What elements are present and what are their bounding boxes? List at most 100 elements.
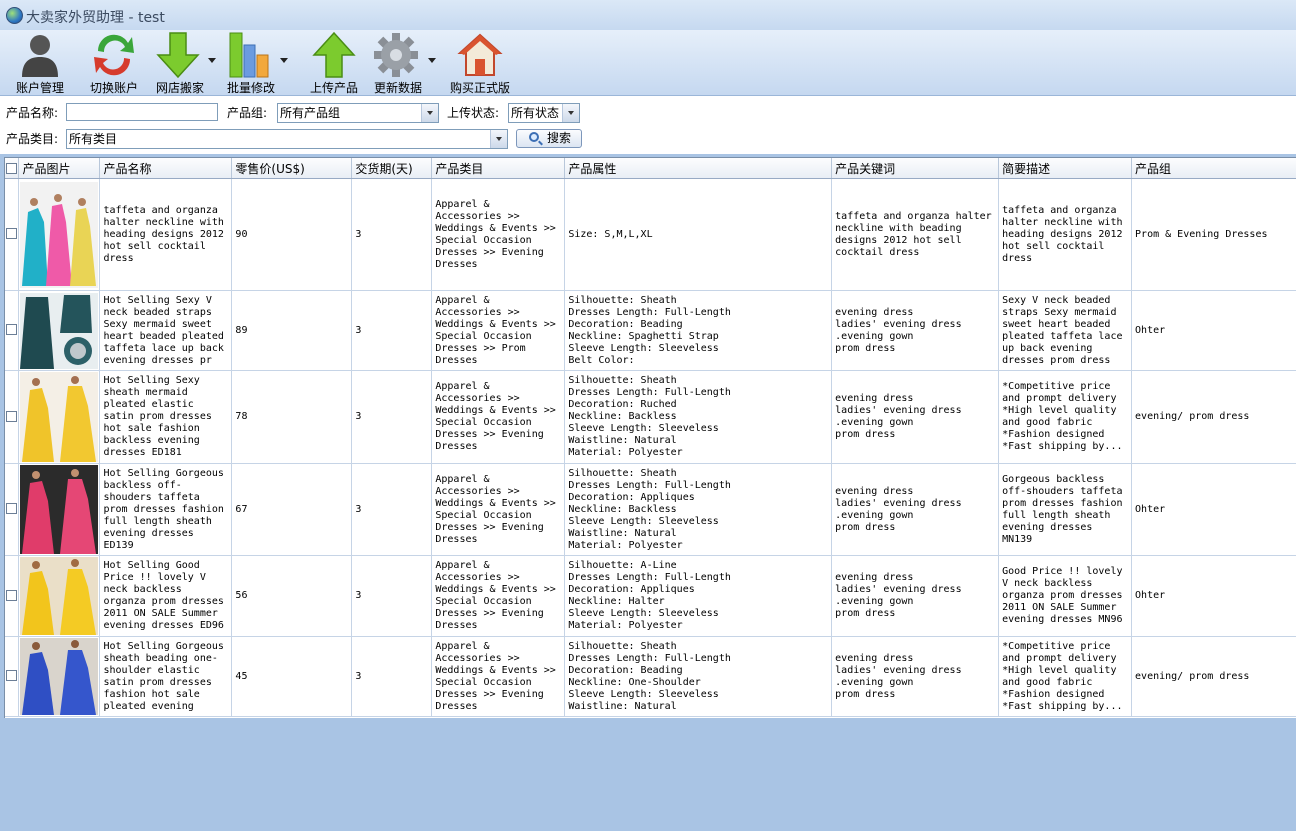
download-arrow-icon <box>156 32 200 79</box>
product-image-cell <box>18 370 101 464</box>
category-cell: Apparel & Accessories >> Weddings & Even… <box>431 290 566 371</box>
chevron-down-icon[interactable] <box>280 58 288 63</box>
bar-chart-icon <box>229 32 269 78</box>
chevron-down-icon[interactable] <box>421 104 438 122</box>
row-checkbox-cell[interactable] <box>5 555 20 637</box>
keywords-cell: evening dress ladies' evening dress .eve… <box>831 370 1000 464</box>
delivery-cell: 3 <box>351 178 433 291</box>
price-cell: 67 <box>231 463 353 556</box>
account-manage-button[interactable]: 账户管理 <box>8 30 72 95</box>
product-table: 产品图片 产品名称 零售价(US$) 交货期(天) 产品类目 产品属性 产品关键… <box>4 157 1296 718</box>
product-photo <box>20 465 99 554</box>
description-cell: Sexy V neck beaded straps Sexy mermaid s… <box>998 290 1133 371</box>
product-photo <box>20 557 99 635</box>
upload-status-select[interactable]: 所有状态 <box>508 103 580 123</box>
batch-modify-button[interactable]: 批量修改 <box>222 30 294 95</box>
attributes-cell: Silhouette: Sheath Dresses Length: Full-… <box>564 290 833 371</box>
switch-arrows-icon <box>94 34 134 76</box>
keywords-cell: evening dress ladies' evening dress .eve… <box>831 636 1000 717</box>
description-cell: *Competitive price and prompt delivery *… <box>998 370 1133 464</box>
app-globe-icon <box>6 7 23 24</box>
table-row[interactable]: Hot Selling Gorgeous sheath beading one-… <box>5 636 1296 717</box>
keywords-cell: evening dress ladies' evening dress .eve… <box>831 290 1000 371</box>
toolbar-label: 账户管理 <box>15 81 64 95</box>
table-row[interactable]: Hot Selling Sexy V neck beaded straps Se… <box>5 290 1296 371</box>
keywords-cell: evening dress ladies' evening dress .eve… <box>831 555 1000 637</box>
product-group-select[interactable]: 所有产品组 <box>277 103 439 123</box>
upload-arrow-icon <box>312 31 356 78</box>
category-cell: Apparel & Accessories >> Weddings & Even… <box>431 463 566 556</box>
search-icon <box>529 132 539 142</box>
table-row[interactable]: Hot Selling Sexy sheath mermaid pleated … <box>5 370 1296 464</box>
category-cell: Apparel & Accessories >> Weddings & Even… <box>431 370 566 464</box>
product-photo <box>20 292 99 369</box>
buy-full-version-button[interactable]: 购买正式版 <box>446 30 514 95</box>
column-header[interactable]: 产品属性 <box>564 158 833 179</box>
column-header[interactable]: 产品名称 <box>99 158 233 179</box>
column-header[interactable]: 产品关键词 <box>831 158 1000 179</box>
column-header[interactable]: 产品组 <box>1131 158 1296 179</box>
product-name-cell: Hot Selling Sexy V neck beaded straps Se… <box>99 290 233 371</box>
product-category-select[interactable]: 所有类目 <box>66 129 508 149</box>
chevron-down-icon[interactable] <box>490 130 507 148</box>
product-name-cell: Hot Selling Gorgeous backless off-shoude… <box>99 463 233 556</box>
column-header[interactable]: 交货期(天) <box>351 158 433 179</box>
price-cell: 90 <box>231 178 353 291</box>
select-all-checkbox[interactable] <box>6 163 18 174</box>
product-category-value: 所有类目 <box>69 132 118 146</box>
row-checkbox-cell[interactable] <box>5 463 20 556</box>
product-group-value: 所有产品组 <box>280 106 341 120</box>
group-cell: Ohter <box>1131 290 1296 371</box>
update-data-button[interactable]: 更新数据 <box>368 30 440 95</box>
row-checkbox-cell[interactable] <box>5 290 20 371</box>
product-name-input[interactable] <box>66 103 218 121</box>
product-image-cell <box>18 178 101 291</box>
attributes-cell: Silhouette: Sheath Dresses Length: Full-… <box>564 370 833 464</box>
group-cell: evening/ prom dress <box>1131 370 1296 464</box>
group-cell: Ohter <box>1131 463 1296 556</box>
category-cell: Apparel & Accessories >> Weddings & Even… <box>431 636 566 717</box>
description-cell: taffeta and organza halter neckline with… <box>998 178 1133 291</box>
column-header[interactable]: 产品类目 <box>431 158 566 179</box>
delivery-cell: 3 <box>351 290 433 371</box>
upload-product-button[interactable]: 上传产品 <box>304 30 364 95</box>
column-header[interactable]: 简要描述 <box>998 158 1133 179</box>
shop-move-button[interactable]: 网店搬家 <box>150 30 222 95</box>
product-photo <box>20 181 99 288</box>
toolbar-label: 切换账户 <box>89 81 138 95</box>
toolbar-label: 批量修改 <box>226 81 275 95</box>
column-header[interactable]: 产品图片 <box>18 158 101 179</box>
person-icon <box>22 35 58 77</box>
column-header[interactable]: 零售价(US$) <box>231 158 353 179</box>
toolbar-label: 上传产品 <box>309 81 358 95</box>
table-row[interactable]: Hot Selling Good Price !! lovely V neck … <box>5 555 1296 637</box>
filter-panel: 产品名称: 产品组: 所有产品组 上传状态: 所有状态 产品类目: 所有类目 <box>0 96 1296 154</box>
toolbar: 账户管理 切换账户 网店搬家 批量修改 上传产品 更新数据 购买正式版 <box>0 30 1296 96</box>
chevron-down-icon[interactable] <box>208 58 216 63</box>
description-cell: Good Price !! lovely V neck backless org… <box>998 555 1133 637</box>
chevron-down-icon[interactable] <box>562 104 579 122</box>
row-checkbox[interactable] <box>6 670 18 682</box>
row-checkbox[interactable] <box>6 324 18 336</box>
upload-status-value: 所有状态 <box>511 106 560 120</box>
row-checkbox-cell[interactable] <box>5 178 20 291</box>
row-checkbox-cell[interactable] <box>5 370 20 464</box>
row-checkbox[interactable] <box>6 410 18 422</box>
group-cell: evening/ prom dress <box>1131 636 1296 717</box>
select-all-checkbox-cell[interactable] <box>5 158 20 179</box>
table-row[interactable]: Hot Selling Gorgeous backless off-shoude… <box>5 463 1296 556</box>
product-group-label: 产品组: <box>227 106 268 120</box>
switch-account-button[interactable]: 切换账户 <box>84 30 144 95</box>
attributes-cell: Silhouette: Sheath Dresses Length: Full-… <box>564 463 833 556</box>
attributes-cell: Silhouette: A-Line Dresses Length: Full-… <box>564 555 833 637</box>
row-checkbox-cell[interactable] <box>5 636 20 717</box>
price-cell: 45 <box>231 636 353 717</box>
chevron-down-icon[interactable] <box>428 58 436 63</box>
product-category-label: 产品类目: <box>6 132 59 146</box>
row-checkbox[interactable] <box>6 589 18 601</box>
search-button[interactable]: 搜索 <box>516 129 582 148</box>
row-checkbox[interactable] <box>6 503 18 515</box>
table-row[interactable]: taffeta and organza halter neckline with… <box>5 178 1296 291</box>
product-image-cell <box>18 555 101 637</box>
row-checkbox[interactable] <box>6 228 18 240</box>
